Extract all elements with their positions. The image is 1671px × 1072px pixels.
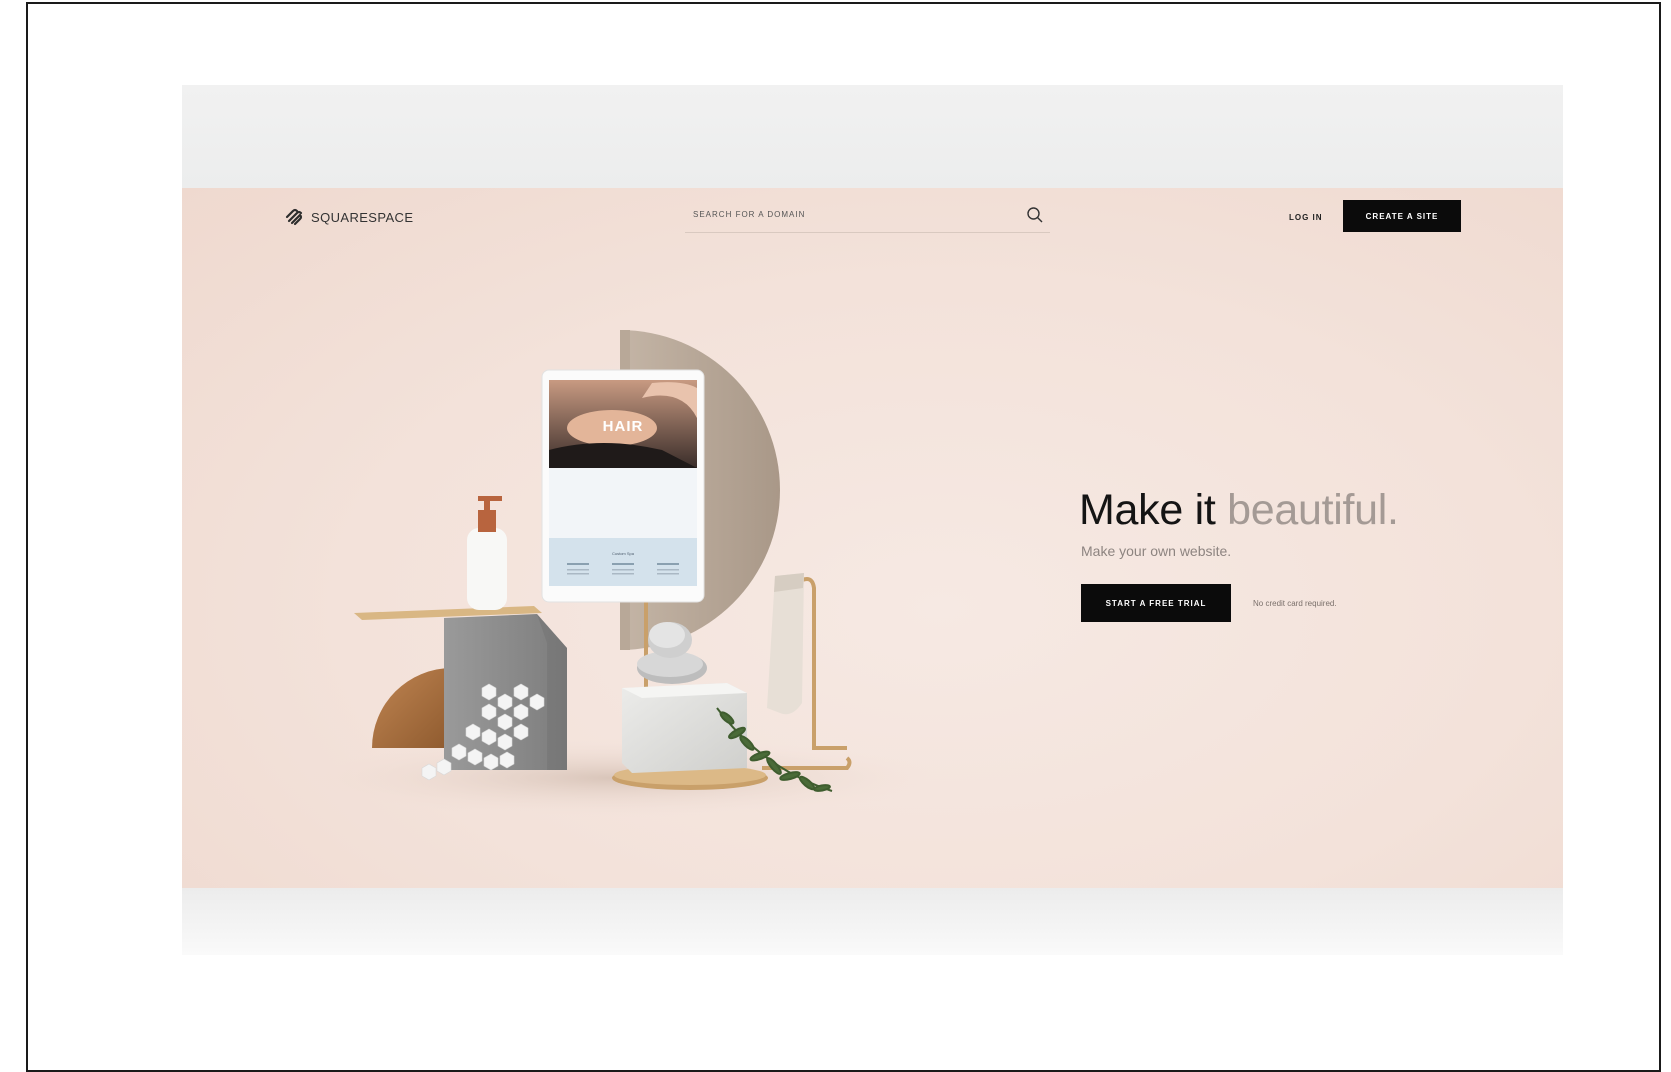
- svg-text:Custom Spa: Custom Spa: [612, 551, 635, 556]
- headline-main: Make it: [1079, 486, 1216, 534]
- browser-viewport: HAIR Custom Spa SQUARESPACE SEARCH FOR A…: [182, 85, 1563, 955]
- logo-text: SQUARESPACE: [311, 209, 414, 225]
- squarespace-homepage: HAIR Custom Spa SQUARESPACE SEARCH FOR A…: [182, 188, 1563, 888]
- hero-subheadline: Make your own website.: [1081, 543, 1232, 559]
- wood-shape: [372, 668, 452, 748]
- headline-accent: beautiful.: [1227, 486, 1399, 534]
- hero-headline: Make it beautiful.: [1079, 486, 1399, 535]
- squarespace-logo[interactable]: SQUARESPACE: [283, 208, 413, 226]
- no-credit-card-note: No credit card required.: [1253, 599, 1337, 608]
- browser-frame: HAIR Custom Spa SQUARESPACE SEARCH FOR A…: [26, 2, 1661, 1072]
- search-icon[interactable]: [1026, 206, 1044, 224]
- top-band: [182, 85, 1563, 188]
- towel: [767, 573, 804, 715]
- soap-bottle: [467, 496, 507, 610]
- tablet-heading: HAIR: [603, 418, 644, 435]
- login-link[interactable]: LOG IN: [1289, 213, 1323, 222]
- start-free-trial-button[interactable]: START A FREE TRIAL: [1081, 584, 1231, 622]
- domain-search-input[interactable]: [693, 210, 993, 219]
- domain-search: [685, 204, 1050, 233]
- squarespace-logo-icon: [285, 208, 303, 226]
- bottom-band: [182, 888, 1563, 955]
- hero-illustration: HAIR Custom Spa: [282, 330, 942, 818]
- create-site-button[interactable]: CREATE A SITE: [1343, 200, 1461, 232]
- tablet-mockup: HAIR Custom Spa: [541, 369, 705, 603]
